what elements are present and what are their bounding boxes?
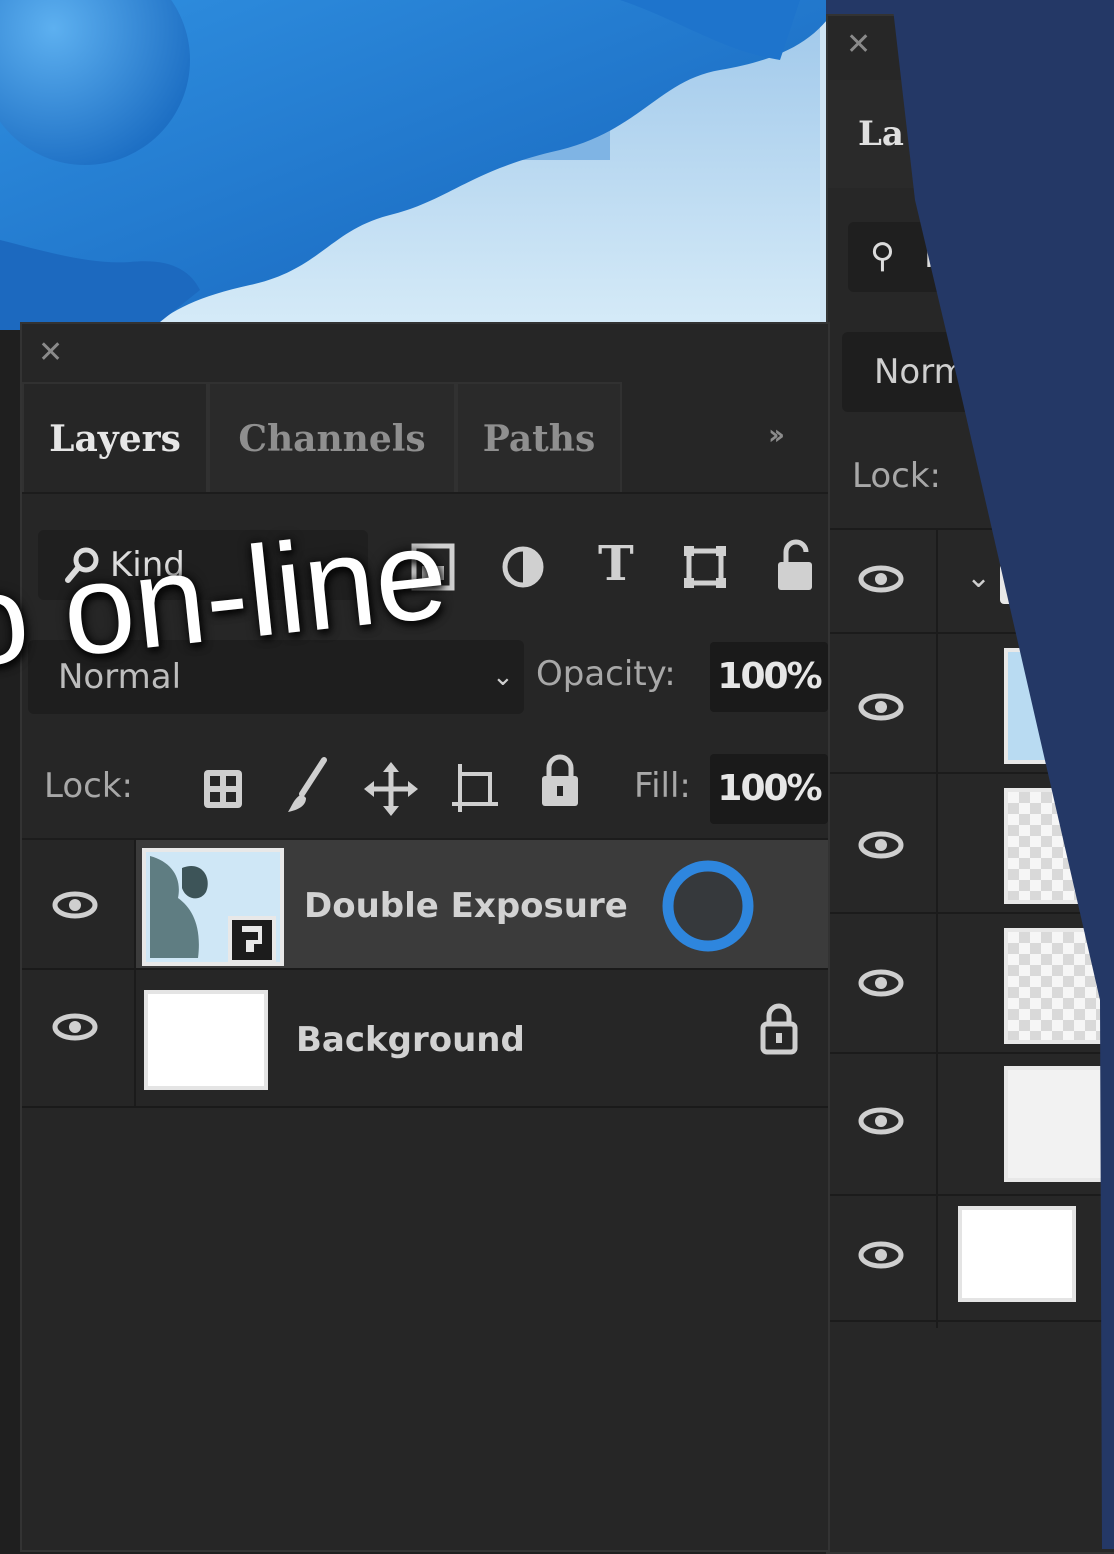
lock-label: Lock: (44, 766, 133, 806)
tab-layers[interactable]: Layers (22, 382, 208, 492)
layer-thumbnail (1004, 788, 1114, 904)
lock-artboard-icon[interactable] (450, 762, 500, 814)
close-icon[interactable]: ✕ (38, 338, 63, 368)
divider (828, 1052, 1114, 1054)
divider (22, 492, 828, 494)
lock-position-icon[interactable] (364, 762, 418, 816)
layer-thumbnail (142, 848, 284, 966)
shape-filter-icon[interactable] (682, 544, 728, 590)
eye-icon[interactable] (858, 564, 904, 594)
blend-mode-select[interactable]: Norm (842, 332, 1102, 412)
eye-icon[interactable] (858, 692, 904, 722)
opacity-label: Opacity: (536, 654, 676, 694)
loading-spinner-icon (662, 860, 754, 952)
fill-input[interactable]: 100% (710, 754, 828, 824)
close-icon[interactable]: ✕ (846, 30, 871, 60)
layer-thumbnail (958, 1206, 1076, 1302)
chevron-down-icon[interactable]: ⌄ (966, 560, 991, 595)
adjustment-filter-icon[interactable] (500, 542, 546, 592)
divider (828, 1194, 1114, 1196)
lock-all-icon[interactable] (540, 754, 580, 808)
eye-icon[interactable] (52, 1012, 98, 1042)
lock-image-pixels-icon[interactable] (286, 756, 330, 816)
divider (828, 912, 1114, 914)
tab-layers[interactable]: La (858, 114, 904, 154)
divider (828, 528, 1114, 530)
layer-row-background[interactable]: Background (22, 970, 828, 1108)
layer-thumbnail (1004, 928, 1114, 1044)
smart-object-filter-icon[interactable] (774, 538, 818, 594)
eye-icon[interactable] (52, 890, 98, 920)
opacity-input[interactable]: 100% (710, 642, 828, 712)
tab-bar: La (828, 80, 1114, 188)
kind-filter[interactable]: ⚲ K (848, 222, 1088, 292)
lock-label: Lock: (852, 456, 941, 496)
lock-icon[interactable] (760, 1002, 798, 1056)
type-filter-icon[interactable]: T (598, 536, 634, 592)
column-divider (134, 970, 136, 1108)
group-folder-icon (1000, 564, 1040, 604)
divider (828, 1320, 1114, 1322)
eye-icon[interactable] (858, 1240, 904, 1270)
kind-label: K (924, 236, 947, 276)
eye-icon[interactable] (858, 968, 904, 998)
layer-thumbnail (1004, 1066, 1114, 1182)
divider (828, 772, 1114, 774)
divider (828, 632, 1114, 634)
layers-panel-secondary: ✕ La ⚲ K Norm Lock: ⌄ (826, 14, 1114, 1554)
chevron-down-icon: ⌄ (492, 662, 514, 692)
layer-thumbnail (1004, 648, 1114, 764)
tab-channels[interactable]: Channels (208, 382, 456, 492)
lock-transparent-pixels-icon[interactable] (202, 768, 244, 810)
column-divider (936, 528, 938, 1328)
search-icon: ⚲ (870, 236, 895, 276)
layer-name: Double Exposure (304, 886, 628, 926)
double-chevron-right-icon[interactable]: ›› (768, 418, 785, 451)
layer-thumbnail (144, 990, 268, 1090)
blend-mode-value: Norm (874, 352, 967, 392)
tab-bar: Layers Channels Paths ›› (22, 382, 828, 492)
layer-name: Background (296, 1020, 525, 1060)
eye-icon[interactable] (858, 1106, 904, 1136)
column-divider (134, 840, 136, 970)
layer-row-double-exposure[interactable]: Double Exposure (22, 840, 828, 970)
eye-icon[interactable] (858, 830, 904, 860)
fill-label: Fill: (634, 766, 691, 806)
tab-paths[interactable]: Paths (456, 382, 622, 492)
